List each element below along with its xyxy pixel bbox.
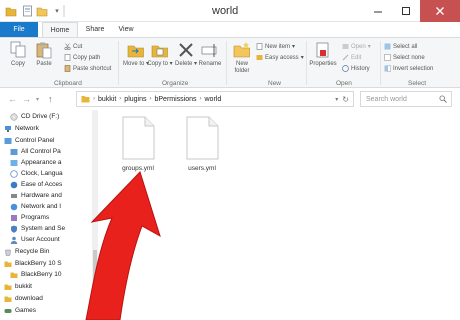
explorer-window: ▾ world File Home Share View Copy Paste … [0,0,460,320]
red-arrow-annotation [85,171,161,320]
